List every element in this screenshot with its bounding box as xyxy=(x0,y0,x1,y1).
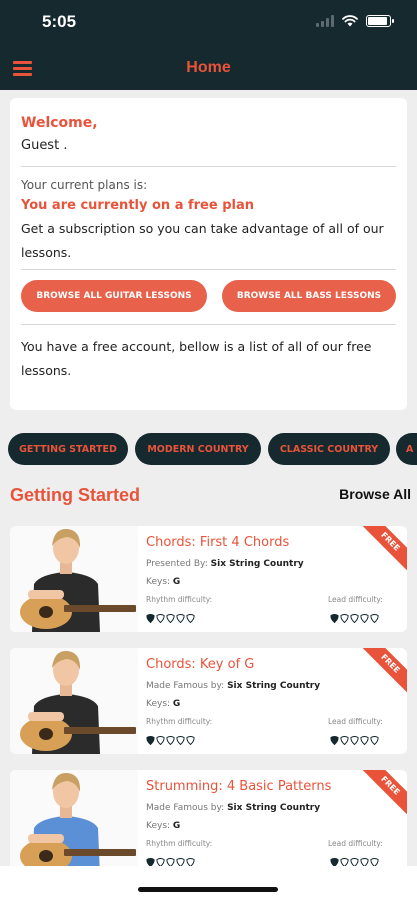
difficulty-pick-icon xyxy=(156,730,165,746)
lesson-thumbnail xyxy=(10,648,138,754)
plan-status: You are currently on a free plan xyxy=(21,198,255,213)
lesson-artist: Made Famous by: Six String Country xyxy=(146,681,321,691)
difficulty-pick-icon xyxy=(350,730,359,746)
difficulty-pick-icon xyxy=(166,852,175,868)
rhythm-difficulty-label: Rhythm difficulty: xyxy=(146,595,213,604)
lesson-thumbnail xyxy=(10,526,138,632)
difficulty-pick-icon xyxy=(350,852,359,868)
page-title: Home xyxy=(186,59,231,76)
lesson-card[interactable]: Chords: Key of G Made Famous by: Six Stri… xyxy=(10,648,407,754)
divider xyxy=(21,324,396,325)
status-icons xyxy=(316,15,394,27)
free-badge: FREE xyxy=(359,648,407,695)
welcome-card: Welcome, Guest . Your current plans is: … xyxy=(10,98,407,410)
category-scroller[interactable]: GETTING STARTED MODERN COUNTRY CLASSIC C… xyxy=(8,433,417,465)
lesson-artist: Presented By: Six String Country xyxy=(146,559,304,569)
lesson-card[interactable]: Chords: First 4 Chords Presented By: Six … xyxy=(10,526,407,632)
home-indicator[interactable] xyxy=(138,887,278,892)
difficulty-pick-icon xyxy=(340,730,349,746)
rhythm-difficulty-rating xyxy=(146,852,195,868)
lead-difficulty-label: Lead difficulty: xyxy=(328,839,383,848)
difficulty-pick-icon xyxy=(340,852,349,868)
difficulty-pick-icon xyxy=(176,852,185,868)
lesson-title: Strumming: 4 Basic Patterns xyxy=(146,779,332,794)
difficulty-pick-icon xyxy=(370,730,379,746)
nav-bar: Home xyxy=(0,48,417,90)
difficulty-pick-icon xyxy=(176,730,185,746)
difficulty-pick-icon xyxy=(360,608,369,624)
status-bar: 5:05 xyxy=(0,0,417,48)
difficulty-pick-icon xyxy=(166,730,175,746)
browse-all-link[interactable]: Browse All xyxy=(339,486,411,502)
difficulty-pick-icon xyxy=(156,608,165,624)
status-time: 5:05 xyxy=(42,12,77,31)
rhythm-difficulty-rating xyxy=(146,608,195,624)
difficulty-pick-icon xyxy=(146,852,155,868)
plan-description: Get a subscription so you can take advan… xyxy=(21,221,384,260)
free-badge: FREE xyxy=(359,770,407,817)
lead-difficulty-rating xyxy=(330,608,379,624)
difficulty-pick-icon xyxy=(370,852,379,868)
plan-label: Your current plans is: xyxy=(21,178,148,192)
lead-difficulty-label: Lead difficulty: xyxy=(328,717,383,726)
rhythm-difficulty-rating xyxy=(146,730,195,746)
lesson-keys: Keys: G xyxy=(146,821,181,831)
difficulty-pick-icon xyxy=(186,852,195,868)
difficulty-pick-icon xyxy=(146,730,155,746)
difficulty-pick-icon xyxy=(360,852,369,868)
rhythm-difficulty-label: Rhythm difficulty: xyxy=(146,717,213,726)
category-partial[interactable]: A xyxy=(396,433,417,465)
lesson-artist: Made Famous by: Six String Country xyxy=(146,803,321,813)
category-getting-started[interactable]: GETTING STARTED xyxy=(8,433,128,465)
lesson-title: Chords: Key of G xyxy=(146,657,255,672)
difficulty-pick-icon xyxy=(146,608,155,624)
section-title: Getting Started xyxy=(10,485,141,505)
difficulty-pick-icon xyxy=(186,608,195,624)
lesson-card[interactable]: Strumming: 4 Basic Patterns Made Famous b… xyxy=(10,770,407,876)
difficulty-pick-icon xyxy=(186,730,195,746)
bottom-bar xyxy=(0,866,417,900)
difficulty-pick-icon xyxy=(340,608,349,624)
difficulty-pick-icon xyxy=(370,608,379,624)
difficulty-pick-icon xyxy=(330,608,339,624)
welcome-heading: Welcome, xyxy=(21,115,98,131)
difficulty-pick-icon xyxy=(350,608,359,624)
difficulty-pick-icon xyxy=(176,608,185,624)
category-classic-country[interactable]: CLASSIC COUNTRY xyxy=(268,433,390,465)
lesson-keys: Keys: G xyxy=(146,577,181,587)
difficulty-pick-icon xyxy=(166,608,175,624)
user-name: Guest . xyxy=(21,138,68,153)
lesson-title: Chords: First 4 Chords xyxy=(146,535,290,550)
divider xyxy=(21,269,396,270)
wifi-icon xyxy=(342,15,358,27)
divider xyxy=(21,166,396,167)
difficulty-pick-icon xyxy=(360,730,369,746)
category-modern-country[interactable]: MODERN COUNTRY xyxy=(135,433,261,465)
free-account-note: You have a free account, bellow is a lis… xyxy=(21,339,372,378)
signal-icon xyxy=(316,15,334,27)
difficulty-pick-icon xyxy=(330,852,339,868)
difficulty-pick-icon xyxy=(330,730,339,746)
lead-difficulty-rating xyxy=(330,730,379,746)
battery-icon xyxy=(366,15,394,27)
lesson-keys: Keys: G xyxy=(146,699,181,709)
browse-guitar-button[interactable]: BROWSE ALL GUITAR LESSONS xyxy=(21,280,207,312)
lesson-thumbnail xyxy=(10,770,138,876)
lead-difficulty-rating xyxy=(330,852,379,868)
browse-buttons: BROWSE ALL GUITAR LESSONS BROWSE ALL BAS… xyxy=(21,280,396,312)
rhythm-difficulty-label: Rhythm difficulty: xyxy=(146,839,213,848)
browse-bass-button[interactable]: BROWSE ALL BASS LESSONS xyxy=(222,280,396,312)
lead-difficulty-label: Lead difficulty: xyxy=(328,595,383,604)
free-badge: FREE xyxy=(359,526,407,573)
difficulty-pick-icon xyxy=(156,852,165,868)
